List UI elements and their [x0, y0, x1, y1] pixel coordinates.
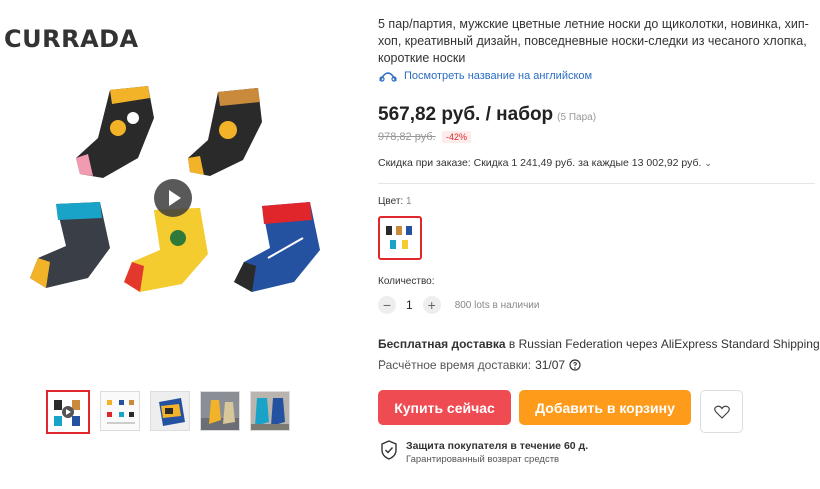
price-value: 567,82 руб. / набор — [378, 104, 554, 125]
quantity-label: Количество: — [378, 276, 435, 287]
thumbnail-2[interactable] — [100, 391, 140, 431]
sock-image-1 — [76, 86, 154, 178]
thumbnail-5[interactable] — [250, 391, 290, 431]
sock-image-3 — [30, 202, 110, 288]
color-label-text: Цвет: — [378, 196, 404, 207]
protection-subtitle: Гарантированный возврат средств — [406, 454, 560, 465]
info-icon[interactable] — [569, 359, 581, 371]
thumbnail-4[interactable] — [200, 391, 240, 431]
quantity-decrease-button[interactable]: − — [378, 296, 396, 314]
shield-check-icon — [381, 440, 397, 460]
wishlist-button[interactable] — [700, 390, 743, 433]
shipping-free-label: Бесплатная доставка — [378, 337, 506, 351]
buy-now-button[interactable]: Купить сейчас — [378, 390, 511, 425]
buyer-protection: Защита покупателя в течение 60 д. Гарант… — [380, 440, 588, 465]
price-unit: (5 Пара) — [557, 112, 597, 123]
chevron-down-icon: ⌄ — [704, 158, 712, 168]
thumbnail-1[interactable] — [46, 390, 90, 434]
protection-title: Защита покупателя в течение 60 д. — [406, 440, 589, 452]
price: 567,82 руб. / набор (5 Пара) — [378, 104, 596, 126]
old-price: 978,82 руб. — [378, 131, 436, 143]
thumbnail-image — [48, 392, 88, 432]
thumbnail-image — [101, 392, 139, 430]
product-title: 5 пар/партия, мужские цветные летние нос… — [378, 17, 809, 65]
order-discount-text: Скидка при заказе: Скидка 1 241,49 руб. … — [378, 157, 702, 169]
color-label: Цвет: 1 — [378, 196, 412, 207]
translate-title-link[interactable]: Посмотреть название на английском — [378, 69, 592, 83]
translate-icon — [379, 72, 397, 82]
sock-image-2 — [188, 88, 262, 176]
order-discount[interactable]: Скидка при заказе: Скидка 1 241,49 руб. … — [378, 157, 712, 169]
brand-logo: CURRADA — [4, 25, 139, 53]
sock-image-4 — [124, 208, 208, 292]
divider — [378, 183, 815, 184]
quantity-stepper: − 1 + 800 lots в наличии — [378, 296, 539, 314]
sock-image-5 — [234, 202, 320, 292]
thumbnail-image — [151, 392, 189, 430]
color-option-1[interactable] — [378, 216, 422, 260]
translate-link-label: Посмотреть название на английском — [404, 70, 593, 82]
eta-date: 31/07 — [535, 358, 566, 372]
color-value: 1 — [405, 196, 412, 207]
heart-icon — [713, 405, 730, 419]
color-option-image — [386, 226, 412, 249]
play-video-button[interactable] — [154, 179, 192, 217]
availability: 800 lots в наличии — [454, 299, 540, 311]
delivery-estimate: Расчётное время доставки: 31/07 — [378, 358, 581, 372]
quantity-value[interactable]: 1 — [406, 298, 413, 312]
shipping-details: в Russian Federation через AliExpress St… — [505, 337, 820, 351]
thumbnail-strip — [46, 390, 290, 434]
add-to-cart-button[interactable]: Добавить в корзину — [519, 390, 691, 425]
eta-label: Расчётное время доставки: — [378, 358, 532, 372]
thumbnail-3[interactable] — [150, 391, 190, 431]
thumbnail-image — [251, 392, 289, 430]
discount-badge: -42% — [442, 131, 472, 143]
thumbnail-image — [201, 392, 239, 430]
quantity-increase-button[interactable]: + — [422, 296, 441, 314]
